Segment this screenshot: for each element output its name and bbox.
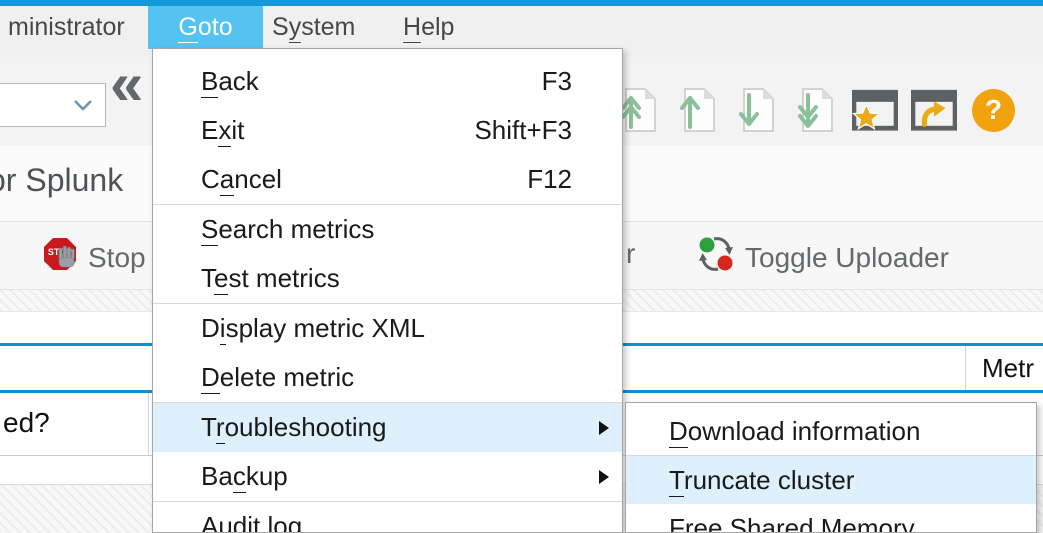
page-title: or Splunk bbox=[0, 162, 123, 199]
menu-item-label: Cancel bbox=[201, 164, 282, 196]
menu-item-download-information[interactable]: Download information bbox=[626, 407, 1036, 455]
next-page-icon[interactable] bbox=[734, 87, 780, 133]
accelerator-char: r bbox=[216, 412, 225, 444]
menu-item-label: Display metric XML bbox=[201, 313, 425, 345]
stop-sign-icon: STOP bbox=[42, 236, 78, 279]
menu-item-search-metrics[interactable]: Search metrics bbox=[153, 205, 622, 254]
svg-text:?: ? bbox=[984, 94, 1001, 125]
stop-button[interactable]: STOP Stop bbox=[42, 236, 146, 279]
submenu-arrow-icon bbox=[599, 421, 609, 435]
last-page-icon[interactable] bbox=[793, 87, 839, 133]
toggle-status-icon bbox=[697, 235, 735, 280]
previous-page-icon[interactable] bbox=[675, 87, 721, 133]
create-shortcut-icon[interactable] bbox=[852, 87, 898, 133]
help-icon[interactable]: ? bbox=[970, 87, 1016, 133]
accelerator-char: D bbox=[201, 362, 220, 394]
toggle-uploader-label: Toggle Uploader bbox=[745, 242, 949, 274]
accelerator-char: x bbox=[218, 115, 231, 147]
menu-item-label: Free Shared Memory bbox=[669, 513, 915, 533]
menu-item-label: Audit log bbox=[201, 511, 302, 533]
accelerator-char: y bbox=[289, 13, 302, 43]
stop-button-label: Stop bbox=[88, 242, 146, 274]
menubar-item-system[interactable]: System bbox=[266, 6, 361, 49]
accelerator-char: a bbox=[220, 164, 234, 196]
menu-item-back[interactable]: Back F3 bbox=[153, 57, 622, 106]
accelerator-char: D bbox=[669, 416, 688, 448]
column-header-enabled[interactable]: ed? bbox=[3, 393, 50, 453]
column-divider bbox=[965, 346, 966, 390]
menu-item-shortcut: F12 bbox=[527, 155, 572, 204]
menu-item-label: System bbox=[272, 13, 355, 43]
menu-item-cancel[interactable]: Cancel F12 bbox=[153, 155, 622, 204]
menu-item-exit[interactable]: Exit Shift+F3 bbox=[153, 106, 622, 155]
goto-dropdown-menu: Back F3 Exit Shift+F3 Cancel F12 Search metric… bbox=[152, 48, 623, 533]
collapse-command-field-icon[interactable]: « bbox=[110, 49, 143, 118]
menu-item-label: Search metrics bbox=[201, 214, 374, 246]
command-field[interactable] bbox=[0, 83, 106, 127]
submenu-arrow-icon bbox=[599, 470, 609, 484]
menu-item-label: Test metrics bbox=[201, 263, 340, 295]
accelerator-char: G bbox=[178, 13, 197, 43]
menu-item-truncate-cluster[interactable]: Truncate cluster bbox=[626, 456, 1036, 504]
menu-item-label: Backup bbox=[201, 461, 288, 493]
accelerator-char: c bbox=[233, 461, 246, 493]
new-session-icon[interactable] bbox=[911, 87, 957, 133]
menu-item-audit-log[interactable]: Audit log bbox=[153, 502, 622, 533]
menu-item-label: Help bbox=[403, 13, 454, 43]
menubar-item-ministrator[interactable]: ministrator bbox=[2, 6, 131, 49]
troubleshooting-submenu: Download information Truncate cluster Free… bbox=[625, 402, 1037, 533]
menu-item-free-shared-memory[interactable]: Free Shared Memory bbox=[626, 504, 1036, 533]
menu-item-shortcut: F3 bbox=[542, 57, 572, 106]
toggle-uploader-button[interactable]: Toggle Uploader bbox=[697, 235, 949, 280]
accelerator-char: S bbox=[201, 214, 218, 246]
accelerator-char: T bbox=[669, 465, 684, 497]
accelerator-char: i bbox=[220, 313, 226, 345]
menu-item-shortcut: Shift+F3 bbox=[474, 106, 572, 155]
menu-item-troubleshooting[interactable]: Troubleshooting bbox=[153, 403, 622, 452]
menu-item-display-metric-xml[interactable]: Display metric XML bbox=[153, 304, 622, 353]
menubar-item-goto[interactable]: Goto bbox=[148, 6, 263, 49]
menu-item-label: Goto bbox=[178, 13, 232, 43]
menu-item-label: Back bbox=[201, 66, 259, 98]
menu-item-label: ministrator bbox=[8, 13, 125, 41]
menu-item-label: Truncate cluster bbox=[669, 465, 854, 497]
hidden-button-label-fragment[interactable]: r bbox=[626, 238, 635, 270]
accelerator-char: H bbox=[403, 13, 421, 43]
chevron-down-icon[interactable] bbox=[73, 99, 93, 117]
menu-item-delete-metric[interactable]: Delete metric bbox=[153, 353, 622, 402]
menu-item-label: Delete metric bbox=[201, 362, 354, 394]
accelerator-char: A bbox=[201, 511, 218, 533]
accelerator-char: B bbox=[201, 66, 218, 98]
menubar-item-help[interactable]: Help bbox=[397, 6, 460, 49]
column-divider bbox=[148, 393, 149, 455]
menu-item-label: Troubleshooting bbox=[201, 412, 387, 444]
menu-item-label: Exit bbox=[201, 115, 244, 147]
menu-item-backup[interactable]: Backup bbox=[153, 452, 622, 501]
accelerator-char: e bbox=[214, 263, 228, 295]
column-header-metric[interactable]: Metr bbox=[982, 346, 1034, 390]
menu-item-label: Download information bbox=[669, 416, 920, 448]
menu-item-test-metrics[interactable]: Test metrics bbox=[153, 254, 622, 303]
sap-gui-window: ministratorGotoSystemHelp « ? or Splunk … bbox=[0, 0, 1043, 533]
toolbar-icon-group: ? bbox=[616, 86, 1016, 134]
